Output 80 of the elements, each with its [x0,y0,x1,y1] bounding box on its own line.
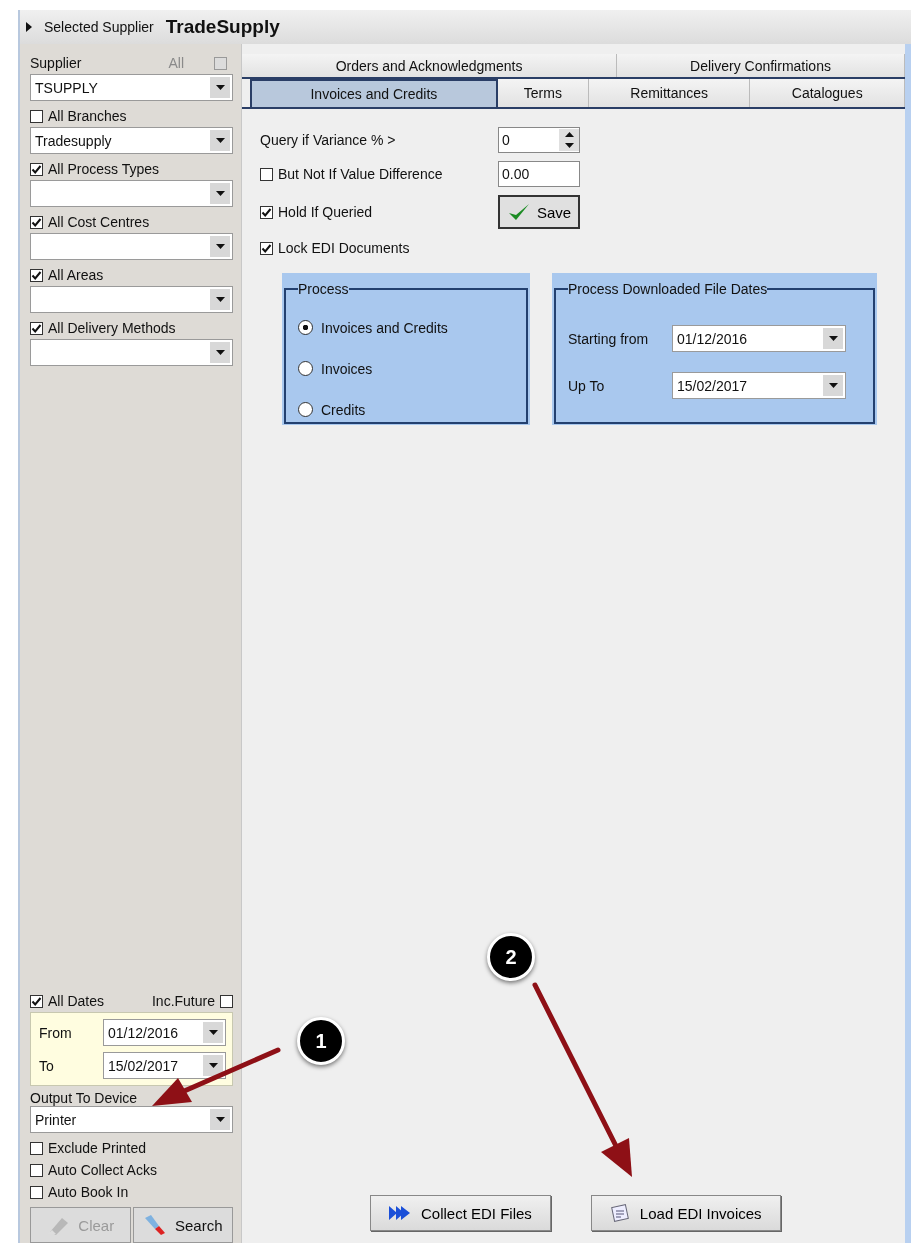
radio-button[interactable] [298,402,313,417]
action-button[interactable]: Search [132,1207,233,1243]
double-arrow-icon [389,1203,411,1223]
caret-icon [215,1117,225,1122]
save-button[interactable]: Save [498,195,580,229]
date-picker[interactable]: 01/12/2016 [103,1019,226,1046]
radio-label: Invoices [321,360,373,377]
tab[interactable]: Invoices and Credits [250,79,498,107]
checkbox-label: All Cost Centres [48,214,150,230]
output-dropdown[interactable]: Printer [30,1106,233,1133]
checkbox-label: All Process Types [48,161,159,177]
caret-icon [215,138,225,143]
checkbox[interactable] [30,1185,43,1199]
caret-icon [215,244,225,249]
toolbar-button[interactable]: Collect EDI Files [370,1195,551,1231]
date-picker[interactable]: 15/02/2017 [103,1052,226,1079]
field-label: Supplier [30,55,82,71]
caret-icon [828,383,838,388]
checkbox[interactable] [30,215,43,229]
caret-icon [208,1063,218,1068]
radio-button[interactable] [298,361,313,376]
checkbox[interactable] [30,162,43,176]
checkbox-label: But Not If Value Difference [278,166,443,182]
checkbox[interactable] [260,205,273,219]
caret-icon [215,191,225,196]
tab[interactable]: Delivery Confirmations [617,54,905,77]
radio-label: Credits [321,401,366,418]
checkbox[interactable] [30,994,43,1008]
spin-field[interactable]: 0 [498,127,580,153]
checkbox-label: Auto Book In [48,1184,129,1200]
header-label: Selected Supplier [44,19,154,35]
date-picker[interactable]: 15/02/2017 [672,372,846,399]
checkbox[interactable] [214,56,227,70]
tab[interactable]: Remittances [588,79,751,107]
checkbox-label: Lock EDI Documents [278,240,410,256]
radio-label: Invoices and Credits [321,319,448,336]
checkbox[interactable] [30,109,43,123]
toolbar-button[interactable]: Load EDI Invoices [590,1195,781,1231]
caret-icon [828,336,838,341]
checkbox-label: Exclude Printed [48,1140,147,1156]
checkbox[interactable] [30,268,43,282]
checkbox[interactable] [260,167,273,181]
caret-icon [215,85,225,90]
checkbox-label: All Branches [48,108,127,124]
checkbox[interactable] [30,1141,43,1155]
checkbox-label: Hold If Queried [278,204,373,220]
tab[interactable]: Catalogues [750,79,905,107]
all-label: All [168,55,184,71]
field-label: From [39,1024,73,1041]
filter-dropdown[interactable]: Tradesupply [30,127,233,154]
date-picker[interactable]: 01/12/2016 [672,325,846,352]
group-title: Process Downloaded File Dates [568,281,768,297]
tab[interactable]: Orders and Acknowledgments [242,54,618,77]
spin-up-icon[interactable] [564,132,574,137]
supplier-name: TradeSupply [165,16,280,38]
supplier-dropdown[interactable]: TSUPPLY [30,74,233,101]
checkbox-label: All Areas [48,267,104,283]
group-title: Process [298,281,349,297]
radio-button[interactable] [298,320,313,335]
checkbox[interactable] [30,1163,43,1177]
field-label: To [39,1057,55,1074]
field-label: Up To [568,377,606,394]
field-label: Output To Device [30,1090,139,1106]
expand-arrow-icon[interactable] [26,22,32,32]
tab[interactable]: Terms [497,79,589,107]
checkbox-label: All Dates [48,993,105,1009]
caret-icon [208,1030,218,1035]
checkbox-label: Inc.Future [151,993,215,1009]
caret-icon [215,350,225,355]
input-field[interactable]: 0.00 [498,161,580,187]
caret-icon [564,143,574,148]
field-label: Query if Variance % > [260,132,397,148]
checkbox-label: All Delivery Methods [48,320,176,336]
caret-icon [215,297,225,302]
checkbox-label: Auto Collect Acks [48,1162,157,1178]
checkbox[interactable] [220,994,233,1008]
document-icon [609,1203,630,1223]
field-label: Starting from [568,330,650,347]
checkbox[interactable] [30,321,43,335]
checkbox[interactable] [260,241,273,255]
